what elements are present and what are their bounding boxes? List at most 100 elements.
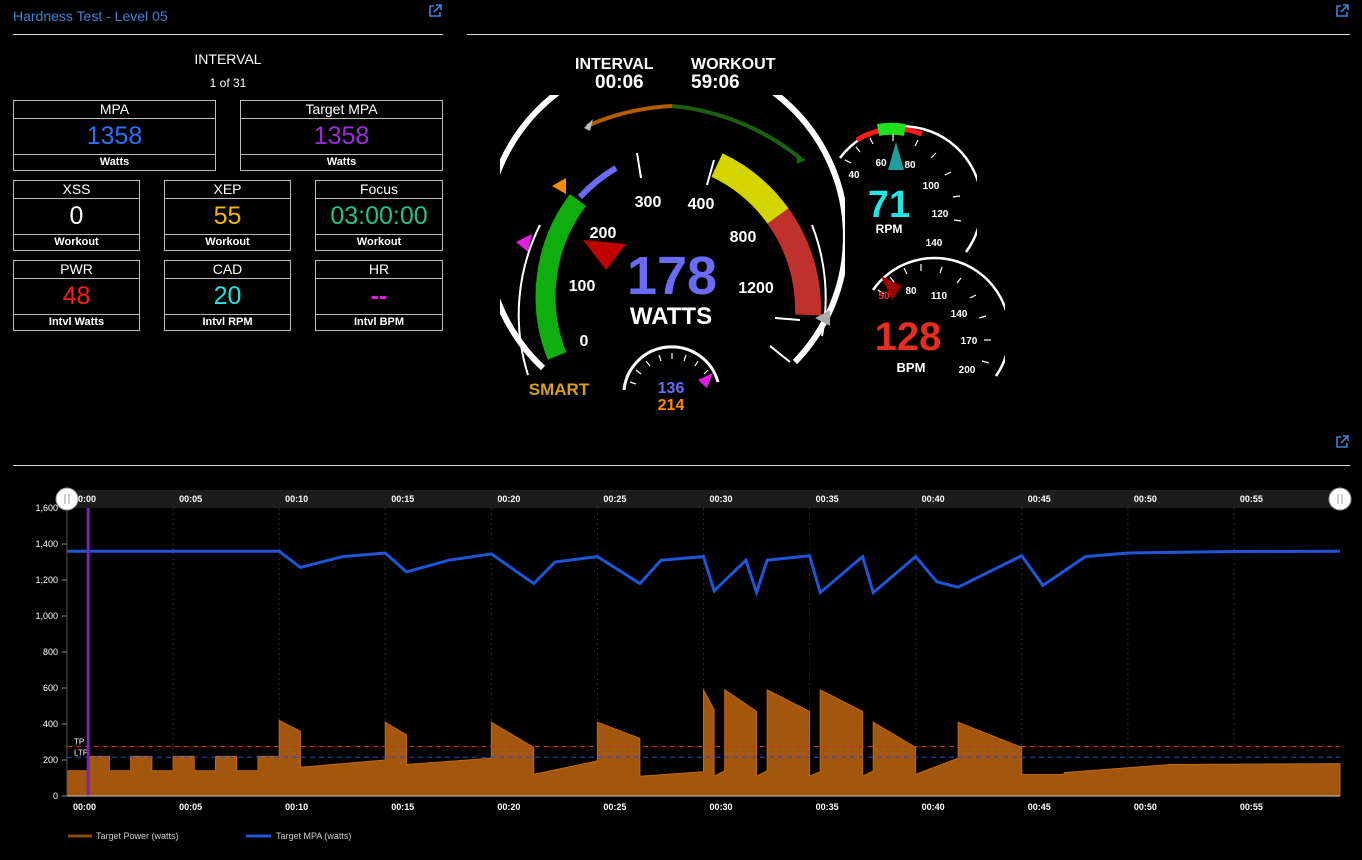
tile-unit: Intvl RPM [165, 314, 290, 330]
tile-unit: Intvl Watts [14, 314, 139, 330]
divider [13, 34, 443, 35]
x-tick-label: 00:45 [1028, 802, 1051, 812]
gauge-red-band [767, 208, 822, 316]
bpm-unit: BPM [897, 360, 926, 375]
rpm-tick-label: 60 [875, 158, 887, 169]
workout-progress-arc [671, 104, 802, 160]
y-tick-label: 600 [43, 683, 58, 693]
range-handle-right[interactable] [1328, 487, 1352, 511]
tile-unit: Workout [14, 234, 139, 250]
tile-label: PWR [14, 261, 139, 279]
tile-value: 48 [62, 282, 91, 310]
smart-mode-label: SMART [529, 380, 590, 399]
x-tick-label: 00:35 [816, 802, 839, 812]
dashboard: Hardness Test - Level 05 INTERVAL 1 of 3… [0, 0, 1362, 860]
x-tick-label: 00:10 [285, 494, 308, 504]
rpm-tick-label: 80 [904, 160, 916, 171]
range-handle-left[interactable] [55, 487, 79, 511]
tile-unit: Workout [316, 234, 442, 250]
panel-title[interactable]: Hardness Test - Level 05 [13, 8, 168, 24]
gauge-tick-label: 100 [569, 278, 596, 295]
divider [467, 34, 1350, 35]
x-tick-label: 00:45 [1028, 494, 1051, 504]
x-tick-label: 00:25 [603, 494, 626, 504]
tile-value: -- [370, 282, 388, 310]
x-tick-label: 00:10 [285, 802, 308, 812]
interval-count: 1 of 31 [209, 76, 247, 90]
rpm-gauge: 40 60 80 100 120 140 71 RPM [838, 122, 977, 253]
focus-tile: Focus 03:00:00 Workout [315, 180, 443, 251]
power-unit: WATTS [630, 303, 712, 330]
rpm-needle [888, 142, 904, 170]
bpm-tick-label: 200 [959, 365, 976, 376]
bpm-tick-label: 80 [905, 286, 917, 297]
y-tick-label: 1,600 [35, 503, 58, 513]
interval-progress-arc [586, 104, 673, 128]
bpm-tick-label: 50 [878, 291, 890, 302]
x-tick-label: 00:35 [816, 494, 839, 504]
x-tick-label: 00:05 [179, 494, 202, 504]
legend-target-mpa[interactable]: Target MPA (watts) [276, 831, 351, 841]
external-link-icon[interactable] [1335, 435, 1349, 449]
gauge-tick-label: 1200 [738, 280, 774, 297]
x-tick-label: 00:30 [710, 494, 733, 504]
x-tick-label: 00:40 [922, 494, 945, 504]
gauge-tick [774, 317, 801, 321]
rpm-tick-label: 100 [923, 181, 940, 192]
gauge-yellow-band [711, 153, 789, 224]
tile-value: 1358 [86, 122, 143, 150]
tile-label: HR [316, 261, 442, 279]
sub-gauge-marker [698, 373, 713, 388]
x-tick-label: 00:30 [710, 802, 733, 812]
interval-timer-value: 00:06 [595, 72, 644, 93]
tile-label: CAD [165, 261, 290, 279]
legend-target-power[interactable]: Target Power (watts) [96, 831, 179, 841]
x-tick-label: 00:40 [922, 802, 945, 812]
rpm-tick-label: 40 [848, 170, 860, 181]
rpm-tick-label: 140 [926, 238, 943, 249]
external-link-icon[interactable] [1335, 4, 1349, 18]
bpm-tick-label: 170 [961, 336, 978, 347]
tile-unit: Watts [14, 154, 215, 170]
rpm-value: 71 [868, 184, 910, 226]
bpm-tick-label: 140 [951, 309, 968, 320]
y-tick-label: 1,200 [35, 575, 58, 585]
tile-unit: Workout [165, 234, 290, 250]
target-mpa-line [67, 549, 1341, 598]
rpm-green-band [876, 122, 907, 136]
sub-gauge-top-value: 136 [658, 380, 685, 397]
gauge-tick-label: 800 [730, 229, 757, 246]
x-tick-label: 00:00 [73, 802, 96, 812]
gauge-tick [706, 159, 715, 186]
pwr-tile: PWR 48 Intvl Watts [13, 260, 140, 331]
y-tick-label: 0 [53, 791, 58, 801]
sub-gauge-bottom-value: 214 [658, 397, 685, 414]
gauge-marker [552, 178, 566, 194]
x-tick-label: 00:20 [497, 494, 520, 504]
power-gauge: 0 100 200 300 400 800 1200 178 WATTS SMA… [500, 95, 845, 414]
chart-x-axis: 00:0000:0000:0500:0500:1000:1000:1500:15… [73, 494, 1263, 812]
external-link-icon[interactable] [428, 4, 442, 18]
gauge-needle [583, 240, 626, 270]
chart-y-axis: 0 200 400 600 800 1,000 1,200 1,400 1,600 [35, 503, 67, 801]
gauge-tick [636, 152, 642, 179]
gauge-tick [769, 345, 791, 363]
bpm-value: 128 [875, 315, 942, 359]
x-tick-label: 00:15 [391, 802, 414, 812]
workout-chart[interactable]: 00:0000:0000:0500:0500:1000:1000:1500:15… [0, 480, 1362, 860]
y-tick-label: 200 [43, 755, 58, 765]
gauge-blue-band [577, 165, 618, 200]
rpm-unit: RPM [876, 222, 903, 236]
x-tick-label: 00:15 [391, 494, 414, 504]
workout-timer-value: 59:06 [691, 72, 740, 93]
interval-label: INTERVAL [194, 51, 262, 67]
tile-label: XEP [165, 181, 290, 199]
hr-tile: HR -- Intvl BPM [315, 260, 443, 331]
x-tick-label: 00:55 [1240, 494, 1263, 504]
y-tick-label: 1,000 [35, 611, 58, 621]
xss-tile: XSS 0 Workout [13, 180, 140, 251]
tile-value: 20 [213, 282, 242, 310]
tile-label: Target MPA [241, 101, 442, 119]
x-tick-label: 00:50 [1134, 802, 1157, 812]
x-tick-label: 00:55 [1240, 802, 1263, 812]
